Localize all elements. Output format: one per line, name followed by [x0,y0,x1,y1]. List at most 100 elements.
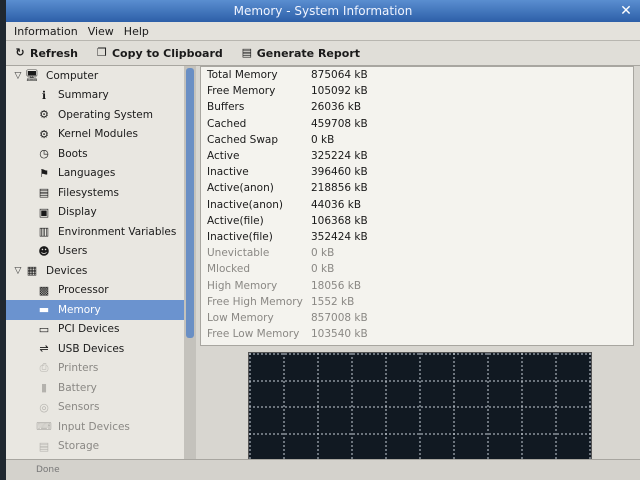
tree-item-label: Kernel Modules [58,128,138,141]
menu-help[interactable]: Help [124,25,149,38]
memory-value: 105092 kB [311,85,368,98]
generate-report-button[interactable]: ▤ Generate Report [241,47,360,60]
tree-item-printers[interactable]: ⎙ Printers [6,359,184,379]
memory-row[interactable]: Inactive(file) 352424 kB [201,229,633,245]
tree-item-environment-variables[interactable]: ▥ Environment Variables [6,222,184,242]
tree-item-sensors[interactable]: ◎ Sensors [6,398,184,418]
tree-item-label: Battery [58,381,97,394]
memory-value: 0 kB [311,247,335,260]
tree-item-battery[interactable]: ▮ Battery [6,378,184,398]
memory-row[interactable]: Unevictable 0 kB [201,245,633,261]
memory-row[interactable]: Mlocked 0 kB [201,261,633,277]
memory-value: 106368 kB [311,214,368,227]
tree-item-label: Users [58,245,88,258]
memory-value: 0 kB [311,133,335,146]
memory-row[interactable]: Cached 459708 kB [201,116,633,132]
processor-icon: ▩ [38,283,50,297]
copy-label: Copy to Clipboard [111,46,223,60]
memory-row[interactable]: Total Memory 875064 kB [201,67,633,83]
tree-item-computer[interactable]: ▽ 🖥 Computer [6,66,184,86]
memory-row[interactable]: High Memory 18056 kB [201,277,633,293]
copy-to-clipboard-button[interactable]: ❐ Copy to Clipboard [96,47,223,60]
memory-value: 103540 kB [311,328,368,341]
memory-value: 857008 kB [311,311,368,324]
tree-item-display[interactable]: ▣ Display [6,203,184,223]
clock-icon: ◷ [39,147,49,161]
menu-view[interactable]: View [88,25,114,38]
refresh-button[interactable]: ↻ Refresh [14,47,78,60]
tree-item-processor[interactable]: ▩ Processor [6,281,184,301]
keyboard-icon: ⌨ [36,420,52,434]
monitor-icon: ▣ [38,205,50,219]
refresh-icon: ↻ [15,46,25,59]
memory-row[interactable]: Free Memory 105092 kB [201,83,633,99]
memory-row[interactable]: Active(anon) 218856 kB [201,180,633,196]
tree-item-input-devices[interactable]: ⌨ Input Devices [6,417,184,437]
memory-key: Mlocked [207,263,251,276]
tree-item-usb-devices[interactable]: ⇌ USB Devices [6,339,184,359]
tree-item-filesystems[interactable]: ▤ Filesystems [6,183,184,203]
memory-key: Cached Swap [207,133,279,146]
tree-scrollbar[interactable] [184,66,196,460]
memory-row[interactable]: Virtual Memory4510996 kB [201,342,633,345]
status-bar: Done [6,459,640,480]
memory-value: 0 kB [311,263,335,276]
tree-item-label: Printers [58,362,99,375]
users-icon: ☻ [38,244,50,258]
memory-key: Free High Memory [207,295,303,308]
usb-icon: ⇌ [39,342,49,356]
drive-icon: ▤ [38,186,50,200]
status-text: Done [36,465,60,475]
tree-item-languages[interactable]: ⚑ Languages [6,164,184,184]
memory-row[interactable]: Low Memory 857008 kB [201,310,633,326]
memory-row[interactable]: Cached Swap 0 kB [201,132,633,148]
tree-item-users[interactable]: ☻ Users [6,242,184,262]
sensor-icon: ◎ [39,400,49,414]
tree-item-label: Operating System [58,108,153,121]
memory-row[interactable]: Free Low Memory 103540 kB [201,326,633,342]
app-window: Memory - System Information ✕ Informatio… [6,0,640,480]
tree-item-label: Environment Variables [58,225,177,238]
tree-item-label: Summary [58,89,109,102]
tree-item-pci-devices[interactable]: ▭ PCI Devices [6,320,184,340]
window-title: Memory - System Information [233,4,413,18]
memory-key: High Memory [207,279,278,292]
tree-item-devices[interactable]: ▽ ▦ Devices [6,261,184,281]
memory-key: Inactive [207,166,249,179]
toolbar: ↻ Refresh ❐ Copy to Clipboard ▤ Generate… [6,41,640,66]
expander-icon[interactable]: ▽ [12,266,24,276]
tree-scrollbar-thumb[interactable] [186,68,194,338]
flag-icon: ⚑ [39,166,49,180]
tree-item-operating-system[interactable]: ⚙ Operating System [6,105,184,125]
tree-item-label: PCI Devices [58,323,120,336]
device-tree[interactable]: ▽ 🖥 Computer ℹ Summary ⚙ Operating System ⚙ Kern… [6,66,185,460]
devices-icon: ▦ [26,264,38,278]
tree-item-storage[interactable]: ▤ Storage [6,437,184,457]
memory-value: 396460 kB [311,166,368,179]
memory-row[interactable]: Inactive(anon) 44036 kB [201,197,633,213]
close-icon[interactable]: ✕ [618,3,634,19]
printer-icon: ⎙ [39,361,49,375]
memory-row[interactable]: Free High Memory 1552 kB [201,294,633,310]
expander-icon[interactable]: ▽ [12,71,24,81]
copy-icon: ❐ [97,46,107,59]
tree-item-label: Devices [46,264,88,277]
memory-key: Virtual Memory [201,344,311,345]
tree-item-label: Storage [58,440,100,453]
terminal-icon: ▥ [38,225,50,239]
memory-row[interactable]: Active(file) 106368 kB [201,213,633,229]
tree-item-label: Memory [58,303,101,316]
computer-icon: 🖥 [25,69,39,83]
report-icon: ▤ [241,46,252,59]
tree-item-kernel-modules[interactable]: ⚙ Kernel Modules [6,125,184,145]
memory-row[interactable]: Buffers 26036 kB [201,99,633,115]
memory-value: 218856 kB [311,182,368,195]
tree-item-boots[interactable]: ◷ Boots [6,144,184,164]
tree-item-summary[interactable]: ℹ Summary [6,86,184,106]
title-bar[interactable]: Memory - System Information ✕ [6,0,640,22]
memory-row[interactable]: Inactive 396460 kB [201,164,633,180]
menu-information[interactable]: Information [14,25,78,38]
tree-item-label: Input Devices [58,420,130,433]
tree-item-memory[interactable]: ▬ Memory [6,300,184,320]
memory-row[interactable]: Active 325224 kB [201,148,633,164]
